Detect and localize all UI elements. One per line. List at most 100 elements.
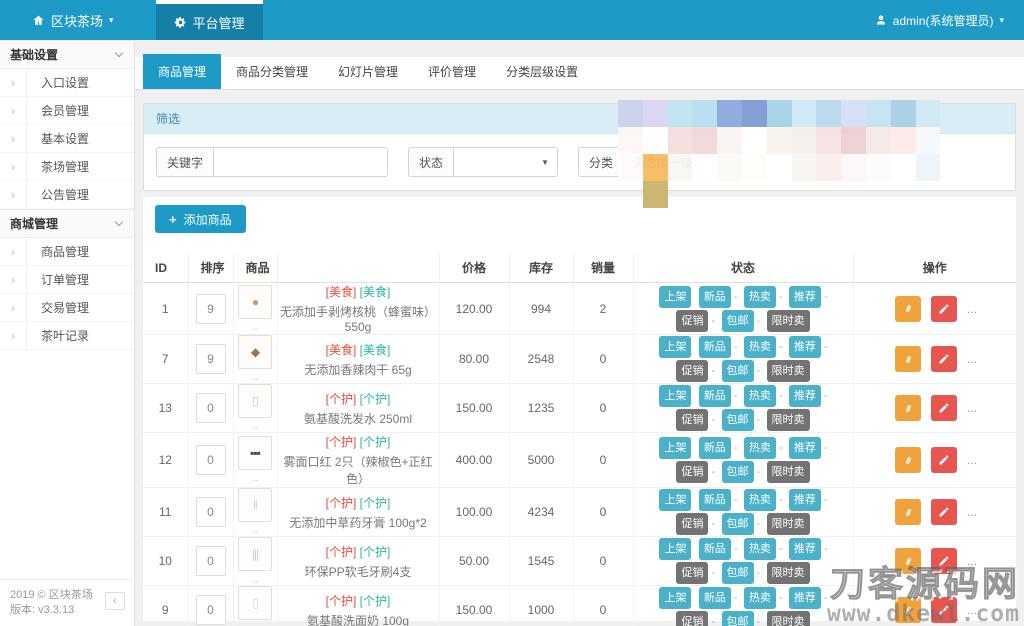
edit-button[interactable] (930, 295, 957, 322)
sort-input[interactable] (195, 344, 226, 374)
status-badge-promo[interactable]: 促销 (676, 309, 709, 332)
sidebar-item-transaction-management[interactable]: › 交易管理 (0, 294, 134, 322)
status-badge-new[interactable]: 新品 (698, 285, 731, 308)
sort-input[interactable] (195, 595, 226, 625)
status-badge-new[interactable]: 新品 (698, 538, 731, 560)
nav-user-menu[interactable]: admin(系统管理员) ▾ (857, 0, 1024, 40)
status-badge-recommend[interactable]: 推荐 (788, 285, 821, 308)
status-badge-recommend[interactable]: 推荐 (788, 489, 821, 511)
more-actions[interactable]: ... (967, 505, 977, 519)
tab-product-management[interactable]: 商品管理 (143, 54, 222, 89)
sidebar-section-mall-management[interactable]: 商城管理 (0, 209, 134, 238)
sidebar-section-basic-settings[interactable]: 基础设置 (0, 40, 134, 69)
status-badge-hot[interactable]: 热卖 (743, 336, 776, 358)
status-badge-freeshipping[interactable]: 包邮 (721, 461, 754, 483)
status-badge-promo[interactable]: 促销 (676, 562, 709, 584)
status-badge-limited[interactable]: 限时卖 (766, 461, 810, 483)
status-badge-onsale[interactable]: 上架 (659, 336, 692, 358)
sidebar-collapse-button[interactable]: ‹ (105, 592, 125, 610)
product-thumbnail[interactable]: ▪▪▪ (238, 436, 272, 470)
status-badge-recommend[interactable]: 推荐 (788, 538, 821, 560)
link-button[interactable] (895, 597, 922, 623)
edit-button[interactable] (930, 499, 957, 525)
status-badge-limited[interactable]: 限时卖 (766, 309, 810, 332)
sort-input[interactable] (195, 497, 226, 527)
nav-platform-management[interactable]: 平台管理 (155, 0, 263, 40)
status-badge-new[interactable]: 新品 (698, 587, 731, 609)
status-badge-freeshipping[interactable]: 包邮 (721, 562, 754, 584)
status-badge-hot[interactable]: 热卖 (743, 538, 776, 560)
more-actions[interactable]: ... (967, 302, 977, 316)
status-badge-promo[interactable]: 促销 (676, 360, 709, 382)
link-button[interactable] (895, 548, 922, 574)
add-product-button[interactable]: + 添加商品 (155, 205, 246, 233)
status-badge-onsale[interactable]: 上架 (659, 437, 692, 459)
sidebar-item-entry-settings[interactable]: › 入口设置 (0, 69, 134, 97)
link-button[interactable] (895, 395, 922, 421)
product-thumbnail[interactable]: ||| (238, 537, 272, 571)
more-actions[interactable]: ... (967, 401, 977, 415)
status-badge-new[interactable]: 新品 (698, 336, 731, 358)
status-badge-freeshipping[interactable]: 包邮 (721, 611, 754, 626)
more-actions[interactable]: ... (967, 453, 977, 467)
status-badge-hot[interactable]: 热卖 (743, 385, 776, 407)
status-badge-onsale[interactable]: 上架 (659, 489, 692, 511)
category-select[interactable]: 请选择一级... (623, 147, 720, 177)
status-badge-onsale[interactable]: 上架 (659, 385, 692, 407)
status-badge-recommend[interactable]: 推荐 (788, 587, 821, 609)
status-badge-freeshipping[interactable]: 包邮 (721, 360, 754, 382)
edit-button[interactable] (930, 346, 957, 372)
status-badge-new[interactable]: 新品 (698, 385, 731, 407)
sidebar-item-member-management[interactable]: › 会员管理 (0, 97, 134, 125)
link-button[interactable] (895, 295, 922, 322)
status-badge-limited[interactable]: 限时卖 (766, 513, 810, 535)
sidebar-item-teafarm-management[interactable]: › 茶场管理 (0, 153, 134, 181)
nav-brand[interactable]: 区块茶场 ▾ (14, 0, 132, 40)
status-badge-promo[interactable]: 促销 (676, 461, 709, 483)
status-badge-freeshipping[interactable]: 包邮 (721, 309, 754, 332)
tab-review-management[interactable]: 评价管理 (413, 54, 491, 89)
keyword-input[interactable] (213, 147, 389, 177)
sort-input[interactable] (195, 546, 226, 576)
tab-slideshow-management[interactable]: 幻灯片管理 (323, 54, 413, 89)
sidebar-item-notice-management[interactable]: › 公告管理 (0, 181, 134, 209)
status-badge-limited[interactable]: 限时卖 (766, 611, 810, 626)
status-badge-recommend[interactable]: 推荐 (788, 437, 821, 459)
more-actions[interactable]: ... (967, 352, 977, 366)
status-badge-hot[interactable]: 热卖 (743, 285, 776, 308)
sort-input[interactable] (195, 293, 226, 324)
status-badge-limited[interactable]: 限时卖 (766, 360, 810, 382)
status-select[interactable]: ▼ (453, 147, 559, 177)
status-badge-new[interactable]: 新品 (698, 437, 731, 459)
status-badge-onsale[interactable]: 上架 (659, 285, 692, 308)
more-actions[interactable]: ... (967, 603, 977, 617)
sidebar-item-basic-settings[interactable]: › 基本设置 (0, 125, 134, 153)
edit-button[interactable] (930, 395, 957, 421)
status-badge-onsale[interactable]: 上架 (659, 587, 692, 609)
tab-product-category-management[interactable]: 商品分类管理 (221, 54, 323, 89)
status-badge-promo[interactable]: 促销 (676, 513, 709, 535)
edit-button[interactable] (930, 548, 957, 574)
status-badge-recommend[interactable]: 推荐 (788, 385, 821, 407)
tab-category-level-settings[interactable]: 分类层级设置 (491, 54, 593, 89)
status-badge-limited[interactable]: 限时卖 (766, 562, 810, 584)
sort-input[interactable] (195, 445, 226, 475)
status-badge-onsale[interactable]: 上架 (659, 538, 692, 560)
edit-button[interactable] (930, 597, 957, 623)
status-badge-freeshipping[interactable]: 包邮 (721, 513, 754, 535)
sidebar-item-order-management[interactable]: › 订单管理 (0, 266, 134, 294)
link-button[interactable] (895, 499, 922, 525)
status-badge-hot[interactable]: 热卖 (743, 489, 776, 511)
edit-button[interactable] (930, 447, 957, 473)
sort-input[interactable] (195, 393, 226, 423)
status-badge-new[interactable]: 新品 (698, 489, 731, 511)
product-thumbnail[interactable]: ● (238, 284, 272, 319)
status-badge-promo[interactable]: 促销 (676, 611, 709, 626)
status-badge-hot[interactable]: 热卖 (743, 437, 776, 459)
sidebar-item-product-management[interactable]: › 商品管理 (0, 238, 134, 266)
status-badge-limited[interactable]: 限时卖 (766, 409, 810, 431)
product-thumbnail[interactable]: ▯ (238, 586, 272, 620)
status-badge-hot[interactable]: 热卖 (743, 587, 776, 609)
product-thumbnail[interactable]: ◆ (238, 335, 272, 369)
product-thumbnail[interactable]: ▯ (238, 384, 272, 418)
